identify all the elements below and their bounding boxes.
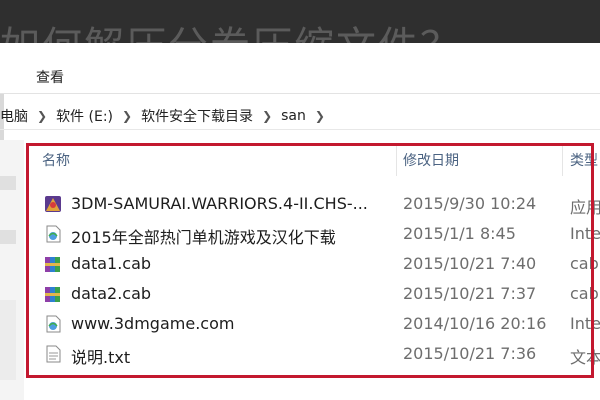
breadcrumb-drive-e[interactable]: 软件 (E:) [56, 106, 113, 126]
navigation-pane[interactable] [0, 140, 24, 400]
nav-item[interactable] [0, 230, 16, 244]
nav-item[interactable] [0, 300, 16, 380]
chevron-right-icon[interactable]: ❯ [37, 109, 47, 123]
breadcrumb-download-folder[interactable]: 软件安全下载目录 [141, 106, 253, 126]
breadcrumb[interactable]: 此电脑 ❯ 软件 (E:) ❯ 软件安全下载目录 ❯ san ❯ [0, 103, 600, 130]
breadcrumb-this-pc[interactable]: 此电脑 [0, 106, 28, 126]
chevron-right-icon[interactable]: ❯ [315, 109, 325, 123]
chevron-right-icon[interactable]: ❯ [262, 109, 272, 123]
breadcrumb-san[interactable]: san [281, 108, 306, 124]
chevron-right-icon[interactable]: ❯ [122, 109, 132, 123]
ribbon-bar: 查看 [0, 43, 600, 94]
nav-item[interactable] [0, 176, 16, 190]
tab-view[interactable]: 查看 [36, 67, 64, 87]
highlight-box [26, 143, 594, 378]
